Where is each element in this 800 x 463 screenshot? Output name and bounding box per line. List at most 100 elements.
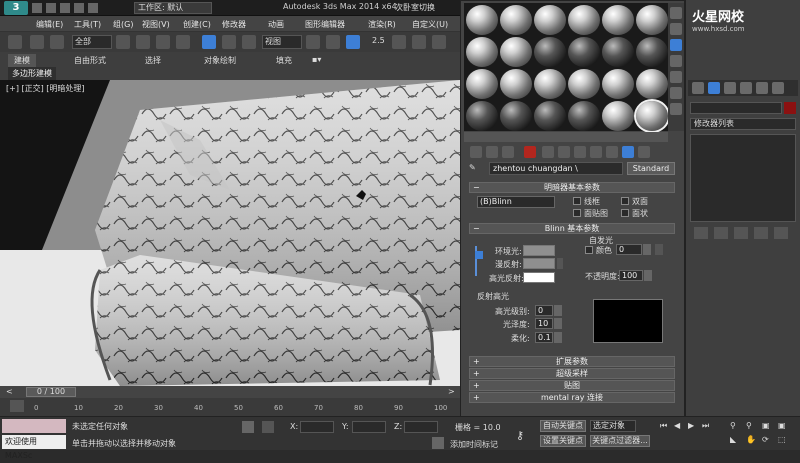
frame-slider[interactable]: 0 / 100 xyxy=(26,387,76,397)
material-slot[interactable] xyxy=(534,5,566,35)
x-coordinate-field[interactable] xyxy=(300,421,334,433)
material-id-icon[interactable] xyxy=(574,146,586,158)
material-slot[interactable] xyxy=(636,5,668,35)
undo-button[interactable] xyxy=(8,35,22,49)
self-illum-map-button[interactable] xyxy=(655,244,663,255)
spinner-snap-icon[interactable] xyxy=(432,35,446,49)
y-coordinate-field[interactable] xyxy=(352,421,386,433)
maxscript-listener[interactable] xyxy=(2,419,66,433)
menu-item-modifiers[interactable]: 修改器 xyxy=(222,19,246,30)
select-manipulate-icon[interactable] xyxy=(326,35,340,49)
app-logo-icon[interactable]: 3 xyxy=(4,1,28,15)
face-map-checkbox[interactable] xyxy=(573,209,581,217)
rect-selection-icon[interactable] xyxy=(156,35,170,49)
keyboard-shortcut-icon[interactable] xyxy=(346,35,360,49)
next-frame-icon[interactable]: > xyxy=(448,387,455,396)
save-icon[interactable] xyxy=(60,3,70,13)
maximize-viewport-icon[interactable]: ⬚ xyxy=(778,435,786,444)
background-icon[interactable] xyxy=(670,39,682,51)
material-slot[interactable] xyxy=(500,5,532,35)
put-to-scene-icon[interactable] xyxy=(486,146,498,158)
polygon-modeling-label[interactable]: 多边形建模 xyxy=(8,67,56,80)
diffuse-swatch[interactable] xyxy=(523,258,555,269)
create-tab-icon[interactable] xyxy=(692,82,704,94)
backlight-icon[interactable] xyxy=(670,23,682,35)
options-icon[interactable] xyxy=(670,103,682,115)
menu-item-group[interactable]: 组(G) xyxy=(113,19,133,30)
menu-item-create[interactable]: 创建(C) xyxy=(183,19,211,30)
material-slot[interactable] xyxy=(500,101,532,131)
unlink-icon[interactable] xyxy=(50,35,64,49)
material-slot[interactable] xyxy=(466,69,498,99)
material-slot[interactable] xyxy=(500,69,532,99)
self-illum-spinner[interactable] xyxy=(643,244,651,255)
mini-curve-editor-icon[interactable] xyxy=(10,400,24,412)
get-material-icon[interactable] xyxy=(470,146,482,158)
material-name-field[interactable]: zhentou chuangdan \ xyxy=(489,162,623,175)
opacity-spinner[interactable] xyxy=(644,270,652,281)
material-slot[interactable] xyxy=(534,37,566,67)
pin-stack-icon[interactable] xyxy=(694,227,708,239)
tab-freeform[interactable]: 自由形式 xyxy=(74,55,106,66)
selection-filter-dropdown[interactable]: 全部 xyxy=(72,35,112,49)
blinn-basic-rollout[interactable]: − Blinn 基本参数 xyxy=(469,223,675,234)
shader-dropdown[interactable]: (B)Blinn xyxy=(477,196,555,208)
play-icon[interactable]: ▶ xyxy=(688,421,694,430)
specular-swatch[interactable] xyxy=(523,272,555,283)
track-bar[interactable]: 0 10 20 30 40 50 60 70 80 90 100 xyxy=(0,398,460,416)
opacity-value[interactable]: 100 xyxy=(619,270,643,281)
menu-item-views[interactable]: 视图(V) xyxy=(142,19,170,30)
material-slot[interactable] xyxy=(466,37,498,67)
video-check-icon[interactable] xyxy=(670,71,682,83)
faceted-checkbox[interactable] xyxy=(621,209,629,217)
go-to-parent-icon[interactable] xyxy=(622,146,634,158)
supersampling-rollout[interactable]: + 超级采样 xyxy=(469,368,675,379)
material-slot[interactable] xyxy=(534,69,566,99)
time-slider[interactable]: < 0 / 100 > xyxy=(0,386,460,398)
orbit-icon[interactable]: ⟳ xyxy=(762,435,769,444)
tab-object-paint[interactable]: 对象绘制 xyxy=(204,55,236,66)
maps-rollout[interactable]: + 贴图 xyxy=(469,380,675,391)
wire-checkbox[interactable] xyxy=(573,197,581,205)
material-slot[interactable] xyxy=(568,5,600,35)
prev-key-icon[interactable]: ◀ xyxy=(674,421,680,430)
material-slot[interactable] xyxy=(602,101,634,131)
menu-item-edit[interactable]: 编辑(E) xyxy=(36,19,63,30)
lock-ambient-diffuse-icon[interactable] xyxy=(475,251,483,259)
make-preview-icon[interactable] xyxy=(670,87,682,99)
key-icon[interactable]: ⚷ xyxy=(516,429,524,442)
window-crossing-icon[interactable] xyxy=(176,35,190,49)
material-slot[interactable] xyxy=(568,69,600,99)
pan-icon[interactable]: ✋ xyxy=(746,435,756,444)
slot-scrollbar[interactable] xyxy=(464,132,668,142)
absolute-mode-icon[interactable] xyxy=(262,421,274,433)
self-illum-value[interactable]: 0 xyxy=(616,244,642,255)
material-slot[interactable] xyxy=(634,99,670,133)
uv-tiling-icon[interactable] xyxy=(670,55,682,67)
zoom-all-icon[interactable]: ⚲ xyxy=(746,421,752,430)
zoom-extents-icon[interactable]: ▣ xyxy=(762,421,770,430)
pivot-icon[interactable] xyxy=(306,35,320,49)
material-slot[interactable] xyxy=(466,101,498,131)
material-slot[interactable] xyxy=(602,69,634,99)
material-slot[interactable] xyxy=(636,37,668,67)
angle-snap-icon[interactable] xyxy=(392,35,406,49)
key-filters-button[interactable]: 关键点过滤器... xyxy=(590,435,650,447)
material-slot[interactable] xyxy=(466,5,498,35)
utilities-tab-icon[interactable] xyxy=(772,82,784,94)
select-by-name-icon[interactable] xyxy=(136,35,150,49)
menu-item-animation[interactable]: 动画 xyxy=(268,19,284,30)
add-time-tag[interactable]: 添加时间标记 xyxy=(450,439,498,450)
soften-spinner[interactable] xyxy=(554,332,562,343)
scale-icon[interactable] xyxy=(242,35,256,49)
modify-tab-icon[interactable] xyxy=(708,82,720,94)
hierarchy-tab-icon[interactable] xyxy=(724,82,736,94)
make-unique-icon[interactable] xyxy=(542,146,554,158)
make-unique-stack-icon[interactable] xyxy=(734,227,748,239)
set-key-button[interactable]: 设置关键点 xyxy=(540,435,586,447)
modifier-stack[interactable] xyxy=(690,134,796,222)
object-color-swatch[interactable] xyxy=(784,102,796,114)
reset-map-icon[interactable] xyxy=(524,146,536,158)
sample-type-icon[interactable] xyxy=(670,7,682,19)
configure-sets-icon[interactable] xyxy=(774,227,788,239)
